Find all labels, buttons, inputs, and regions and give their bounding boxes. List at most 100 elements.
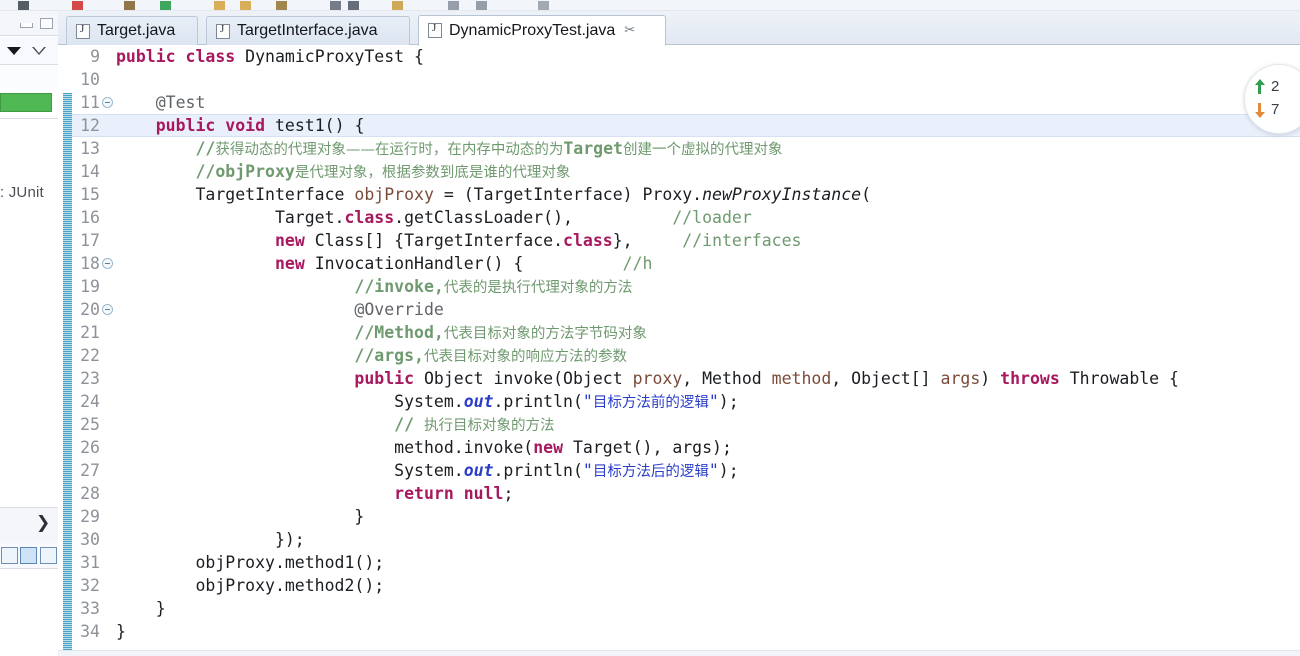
code-text: Target.class.getClassLoader(), //loader bbox=[116, 206, 752, 229]
token: " bbox=[582, 461, 593, 480]
code-line[interactable]: 16 Target.class.getClassLoader(), //load… bbox=[58, 206, 1300, 229]
chevron-down-icon[interactable] bbox=[7, 47, 21, 55]
code-text: // 执行目标对象的方法 bbox=[116, 413, 554, 438]
code-line[interactable]: 34} bbox=[58, 620, 1300, 643]
console-icon[interactable] bbox=[330, 1, 341, 10]
code-line[interactable]: 29 } bbox=[58, 505, 1300, 528]
token: class bbox=[344, 208, 395, 227]
editor-tab-0[interactable]: Target.java bbox=[66, 16, 198, 45]
close-icon[interactable]: ✂ bbox=[624, 23, 635, 38]
code-line[interactable]: 28 return null; bbox=[58, 482, 1300, 505]
code-line[interactable]: 20 @Override bbox=[58, 298, 1300, 321]
line-number: 14 bbox=[80, 162, 100, 181]
line-number: 20 bbox=[80, 300, 100, 319]
code-line[interactable]: 18 new InvocationHandler() { //h bbox=[58, 252, 1300, 275]
code-line[interactable]: 27 System.out.println("目标方法后的逻辑"); bbox=[58, 459, 1300, 482]
code-line[interactable]: 15 TargetInterface objProxy = (TargetInt… bbox=[58, 183, 1300, 206]
token: class bbox=[563, 231, 613, 250]
code-line[interactable]: 26 method.invoke(new Target(), args); bbox=[58, 436, 1300, 459]
more-icon[interactable] bbox=[476, 1, 487, 10]
code-line[interactable]: 19 //invoke,代表的是执行代理对象的方法 bbox=[58, 275, 1300, 298]
badge-row-down[interactable]: 7 bbox=[1254, 101, 1279, 118]
code-line[interactable]: 33 } bbox=[58, 597, 1300, 620]
arrow-down-icon bbox=[1254, 102, 1267, 118]
rerun-test-icon[interactable] bbox=[1, 547, 18, 564]
code-line[interactable]: 32 objProxy.method2(); bbox=[58, 574, 1300, 597]
chevron-right-icon[interactable]: ❯ bbox=[36, 515, 50, 532]
code-line[interactable]: 13 //获得动态的代理对象——在运行时，在内存中动态的为Target创建一个虚… bbox=[58, 137, 1300, 160]
token: @Override bbox=[354, 300, 444, 319]
code-line[interactable]: 23 public Object invoke(Object proxy, Me… bbox=[58, 367, 1300, 390]
junit-progress-bar bbox=[0, 93, 52, 112]
maximize-icon[interactable] bbox=[40, 18, 53, 29]
layout-icon[interactable] bbox=[40, 547, 57, 564]
code-line[interactable]: 17 new Class[] {TargetInterface.class}, … bbox=[58, 229, 1300, 252]
show-failures-only-icon[interactable] bbox=[20, 547, 37, 564]
line-number: 25 bbox=[80, 415, 100, 434]
fold-collapse-icon[interactable] bbox=[102, 304, 113, 315]
junit-counters bbox=[0, 66, 58, 88]
eclipse-window: : JUnit ❯ Target.java TargetInterface.jav… bbox=[0, 0, 1300, 656]
editor-tab-2[interactable]: DynamicProxyTest.java ✂ bbox=[418, 15, 666, 46]
line-number: 18 bbox=[80, 254, 100, 273]
line-number: 21 bbox=[80, 323, 100, 342]
badge-row-up[interactable]: 2 bbox=[1254, 78, 1279, 95]
code-text: public class DynamicProxyTest { bbox=[116, 45, 424, 68]
code-text: }); bbox=[116, 528, 305, 551]
link-icon[interactable] bbox=[448, 1, 459, 10]
stop-icon[interactable] bbox=[72, 1, 83, 10]
token: proxy bbox=[632, 369, 683, 388]
code-line[interactable]: 14 //objProxy是代理对象，根据参数到底是谁的代理对象 bbox=[58, 160, 1300, 183]
new-java-project-icon[interactable] bbox=[214, 1, 225, 10]
token: .println( bbox=[493, 461, 583, 480]
debug-icon[interactable] bbox=[124, 1, 135, 10]
code-line[interactable]: 21 //Method,代表目标对象的方法字节码对象 bbox=[58, 321, 1300, 344]
fold-collapse-icon[interactable] bbox=[102, 258, 113, 269]
token: Target. bbox=[116, 208, 345, 227]
new-folder-icon[interactable] bbox=[240, 1, 251, 10]
code-line[interactable]: 11 @Test bbox=[58, 91, 1300, 114]
token: public bbox=[116, 47, 176, 66]
token: 执行目标对象的方法 bbox=[423, 418, 555, 434]
code-line[interactable]: 9 public class DynamicProxyTest { bbox=[58, 45, 1300, 68]
line-number: 22 bbox=[80, 346, 100, 365]
code-line[interactable]: 10 bbox=[58, 68, 1300, 91]
fold-collapse-icon[interactable] bbox=[102, 97, 113, 108]
token: class bbox=[185, 47, 236, 66]
code-text: @Override bbox=[116, 298, 444, 321]
token: @Test bbox=[155, 93, 206, 112]
code-line[interactable]: 25 // 执行目标对象的方法 bbox=[58, 413, 1300, 436]
token: Target(), args); bbox=[563, 438, 732, 457]
line-number: 33 bbox=[80, 599, 100, 618]
extra-icon[interactable] bbox=[538, 1, 549, 10]
code-line[interactable]: 24 System.out.println("目标方法前的逻辑"); bbox=[58, 390, 1300, 413]
main-toolbar bbox=[0, 0, 1300, 11]
line-number: 17 bbox=[80, 231, 100, 250]
code-line[interactable]: 22 //args,代表目标对象的响应方法的参数 bbox=[58, 344, 1300, 367]
code-line[interactable]: 12 public void test1() { bbox=[58, 114, 1300, 137]
bookmark-icon[interactable] bbox=[392, 1, 403, 10]
minimize-icon[interactable] bbox=[20, 23, 33, 28]
run-icon[interactable] bbox=[160, 1, 171, 10]
editor-tab-1[interactable]: TargetInterface.java bbox=[206, 16, 410, 45]
code-line[interactable]: 30 }); bbox=[58, 528, 1300, 551]
perspective-icon[interactable] bbox=[348, 1, 359, 10]
line-number: 34 bbox=[80, 622, 100, 641]
code-text: objProxy.method1(); bbox=[116, 551, 384, 574]
save-icon[interactable] bbox=[18, 1, 29, 10]
code-line[interactable]: 31 objProxy.method1(); bbox=[58, 551, 1300, 574]
code-viewport[interactable]: 9 public class DynamicProxyTest {10 11 @Te… bbox=[58, 45, 1300, 656]
token: // bbox=[195, 139, 216, 158]
token: } bbox=[116, 622, 126, 641]
search-icon[interactable] bbox=[276, 1, 287, 10]
editor-tab-label: Target.java bbox=[97, 22, 176, 39]
code-text: objProxy.method2(); bbox=[116, 574, 384, 597]
junit-test-tree[interactable] bbox=[0, 207, 58, 507]
code-text: //invoke,代表的是执行代理对象的方法 bbox=[116, 275, 632, 300]
code-text: //Method,代表目标对象的方法字节码对象 bbox=[116, 321, 646, 346]
line-number: 9 bbox=[90, 47, 100, 66]
